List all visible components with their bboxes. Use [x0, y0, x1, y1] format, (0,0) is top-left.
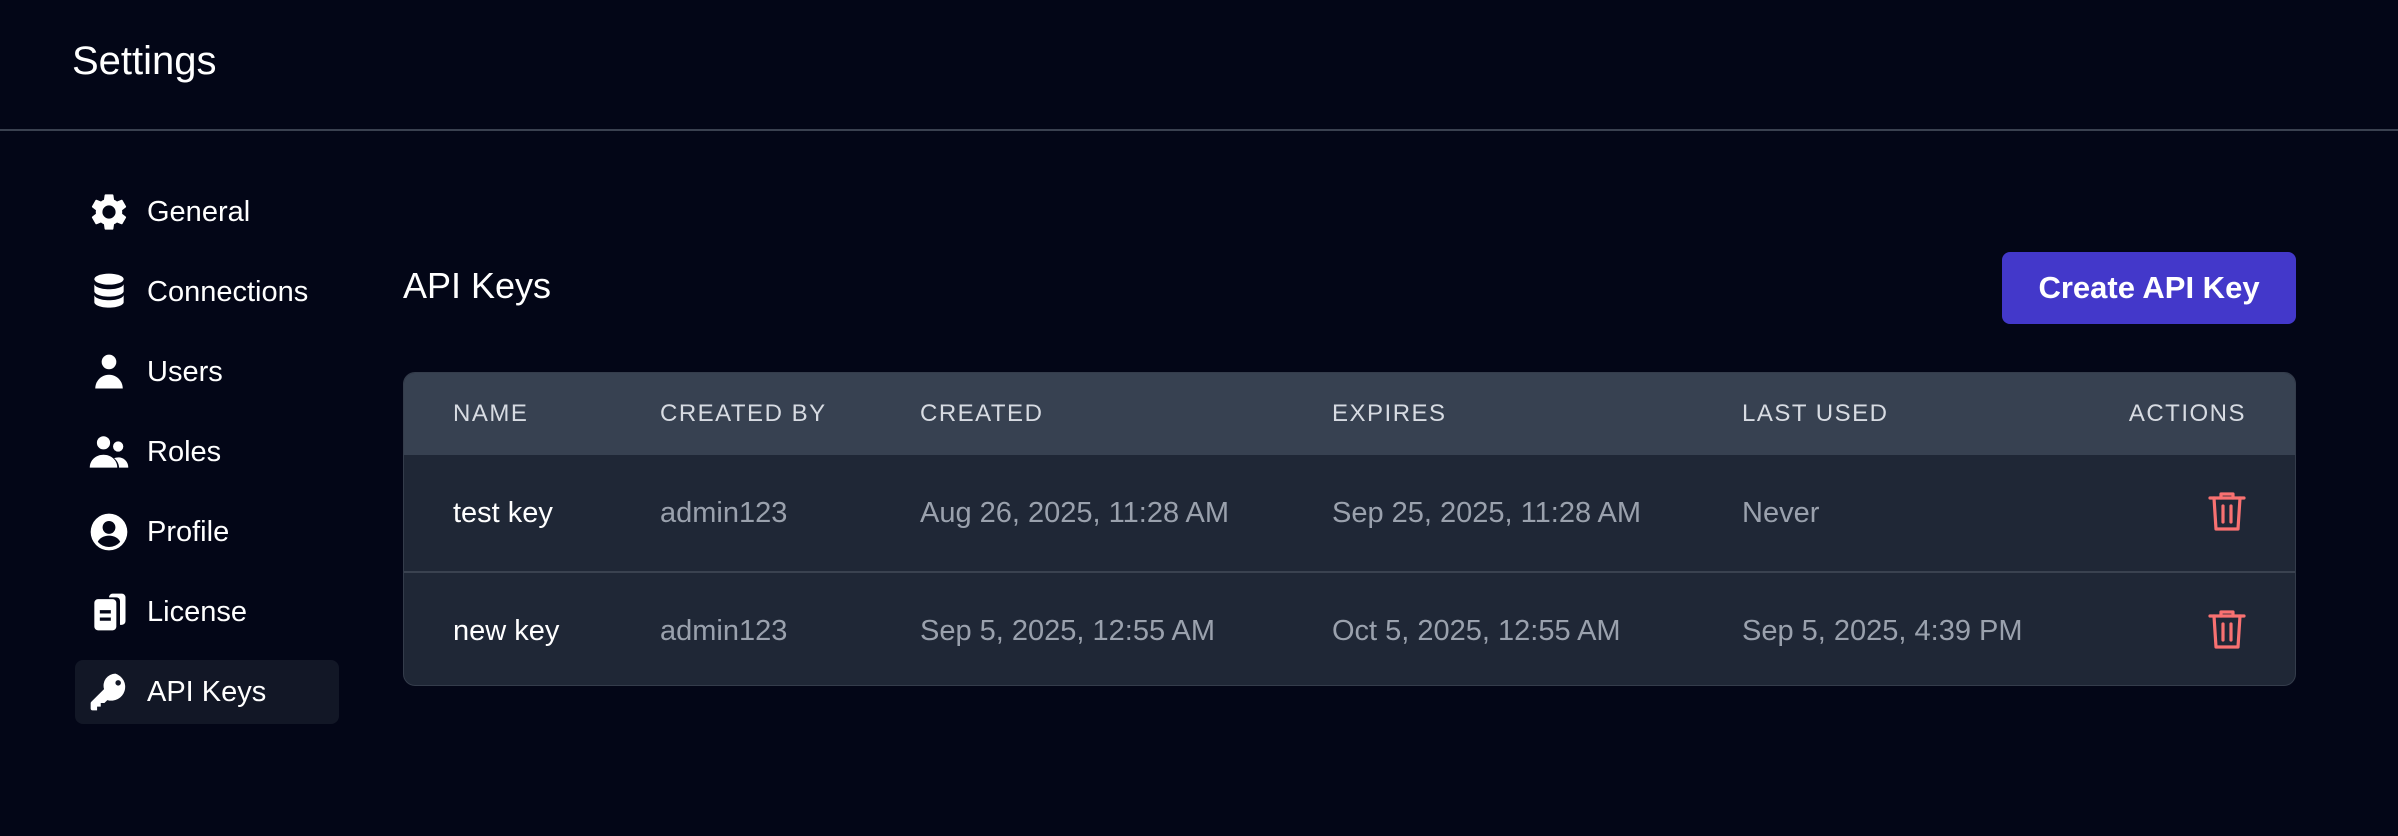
section-title: API Keys	[403, 265, 552, 306]
key-created-by: admin123	[660, 615, 788, 647]
key-last-used: Never	[1742, 497, 1820, 529]
sidebar-item-api-keys[interactable]: API Keys	[75, 660, 339, 724]
column-header-last-used[interactable]: LAST USED	[1742, 373, 1888, 455]
user-circle-icon	[85, 508, 133, 556]
api-keys-table: NAME CREATED BY CREATED EXPIRES LAST USE…	[403, 372, 2296, 686]
sidebar-item-label: License	[147, 595, 247, 628]
key-expires: Sep 25, 2025, 11:28 AM	[1332, 497, 1642, 529]
key-created-by: admin123	[660, 497, 788, 529]
sidebar-item-label: Users	[147, 355, 223, 388]
sidebar-item-users[interactable]: Users	[75, 340, 339, 404]
key-expires: Oct 5, 2025, 12:55 AM	[1332, 615, 1621, 647]
table-header: NAME CREATED BY CREATED EXPIRES LAST USE…	[404, 373, 2295, 455]
key-created: Sep 5, 2025, 12:55 AM	[920, 615, 1216, 647]
column-header-expires[interactable]: EXPIRES	[1332, 373, 1447, 455]
key-name: test key	[453, 497, 553, 529]
key-name: new key	[453, 615, 560, 647]
sidebar-item-roles[interactable]: Roles	[75, 420, 339, 484]
delete-key-button[interactable]	[2207, 607, 2247, 651]
column-header-name[interactable]: NAME	[453, 373, 528, 455]
key-created: Aug 26, 2025, 11:28 AM	[920, 497, 1230, 529]
sidebar-item-label: General	[147, 195, 251, 228]
table-row: test key admin123 Aug 26, 2025, 11:28 AM…	[404, 455, 2295, 571]
delete-key-button[interactable]	[2207, 489, 2247, 533]
gear-icon	[85, 188, 133, 236]
trash-icon	[2208, 492, 2246, 531]
column-header-created[interactable]: CREATED	[920, 373, 1043, 455]
sidebar-item-profile[interactable]: Profile	[75, 500, 339, 564]
column-header-actions: ACTIONS	[2128, 400, 2246, 427]
sidebar-item-label: Connections	[147, 275, 309, 308]
sidebar-item-license[interactable]: License	[75, 580, 339, 644]
column-header-created-by[interactable]: CREATED BY	[660, 373, 827, 455]
settings-header: Settings	[0, 0, 2398, 131]
settings-sidebar: General Connections Users Roles Profile …	[75, 180, 340, 740]
database-icon	[85, 268, 133, 316]
sidebar-item-label: Roles	[147, 435, 222, 468]
trash-icon	[2208, 610, 2246, 649]
key-icon	[85, 668, 133, 716]
user-icon	[85, 348, 133, 396]
users-group-icon	[85, 428, 133, 476]
sidebar-item-label: Profile	[147, 515, 230, 548]
license-icon	[85, 588, 133, 636]
create-api-key-button[interactable]: Create API Key	[2002, 252, 2296, 324]
sidebar-item-general[interactable]: General	[75, 180, 339, 244]
key-last-used: Sep 5, 2025, 4:39 PM	[1742, 615, 2023, 647]
table-row: new key admin123 Sep 5, 2025, 12:55 AM O…	[404, 571, 2295, 685]
sidebar-item-connections[interactable]: Connections	[75, 260, 339, 324]
page-title: Settings	[72, 39, 217, 83]
sidebar-item-label: API Keys	[147, 675, 267, 708]
